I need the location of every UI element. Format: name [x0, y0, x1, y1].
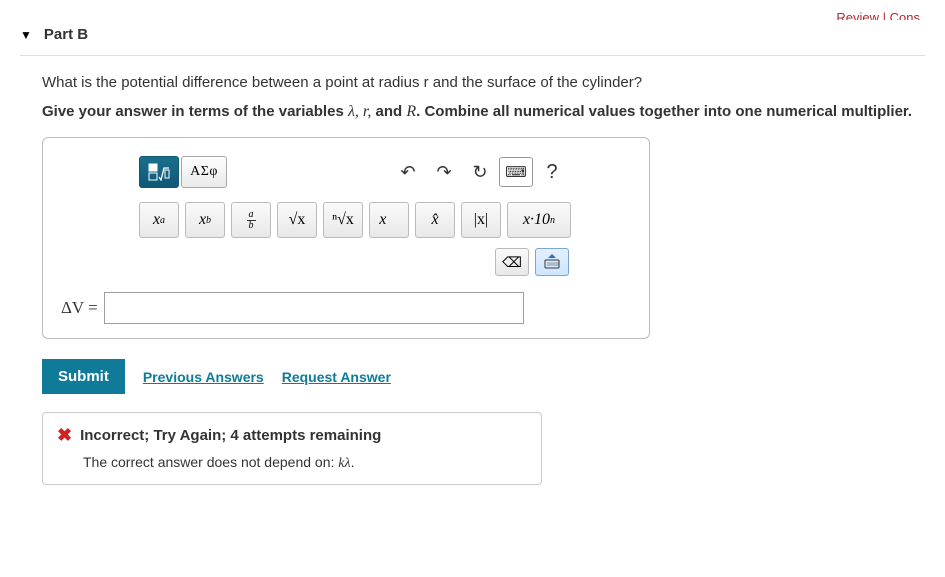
template-subscript[interactable]: xb: [185, 202, 225, 238]
question-text: What is the potential difference between…: [42, 74, 925, 91]
template-nthroot[interactable]: ⁿ√x: [323, 202, 363, 238]
answer-area: ΑΣφ ↶ ↷ ↻ ⌨ ? xa xb ab √x ⁿ√x x⃗ x̂ |x| …: [42, 137, 650, 339]
answer-input[interactable]: [104, 292, 524, 324]
undo-button[interactable]: ↶: [391, 157, 425, 187]
answer-variable-label: ΔV =: [61, 298, 98, 318]
incorrect-icon: ✖: [57, 425, 72, 446]
action-row: Submit Previous Answers Request Answer: [42, 359, 925, 394]
feedback-hint: The correct answer does not depend on: k…: [57, 454, 527, 472]
reset-button[interactable]: ↻: [463, 157, 497, 187]
help-button[interactable]: ?: [535, 157, 569, 187]
template-vector[interactable]: x⃗: [369, 202, 409, 238]
math-template-icon: [148, 163, 170, 181]
submit-button[interactable]: Submit: [42, 359, 125, 394]
previous-answers-link[interactable]: Previous Answers: [143, 369, 264, 385]
mode-math-button[interactable]: [139, 156, 179, 188]
backspace-button[interactable]: ⌫: [495, 248, 529, 276]
template-superscript[interactable]: xa: [139, 202, 179, 238]
template-abs[interactable]: |x|: [461, 202, 501, 238]
top-nav: Review | Cons: [20, 10, 925, 20]
keyboard-up-icon: [543, 253, 561, 272]
collapse-caret-icon: ▼: [20, 28, 32, 42]
virtual-keyboard-button[interactable]: [535, 248, 569, 276]
part-label: Part B: [44, 26, 88, 43]
instruction-text: Give your answer in terms of the variabl…: [42, 103, 925, 121]
part-header[interactable]: ▼ Part B: [20, 20, 925, 56]
template-hat[interactable]: x̂: [415, 202, 455, 238]
mode-greek-button[interactable]: ΑΣφ: [181, 156, 227, 188]
feedback-title: Incorrect; Try Again; 4 attempts remaini…: [80, 427, 381, 444]
toolbar-edit: ⌫: [139, 248, 569, 276]
keyboard-button[interactable]: ⌨: [499, 157, 533, 187]
template-scientific[interactable]: x·10n: [507, 202, 571, 238]
answer-input-row: ΔV =: [61, 292, 631, 324]
redo-button[interactable]: ↷: [427, 157, 461, 187]
template-fraction[interactable]: ab: [231, 202, 271, 238]
toolbar-primary: ΑΣφ ↶ ↷ ↻ ⌨ ?: [139, 156, 631, 188]
feedback-box: ✖ Incorrect; Try Again; 4 attempts remai…: [42, 412, 542, 485]
toolbar-templates: xa xb ab √x ⁿ√x x⃗ x̂ |x| x·10n: [139, 202, 631, 238]
template-sqrt[interactable]: √x: [277, 202, 317, 238]
request-answer-link[interactable]: Request Answer: [282, 369, 391, 385]
